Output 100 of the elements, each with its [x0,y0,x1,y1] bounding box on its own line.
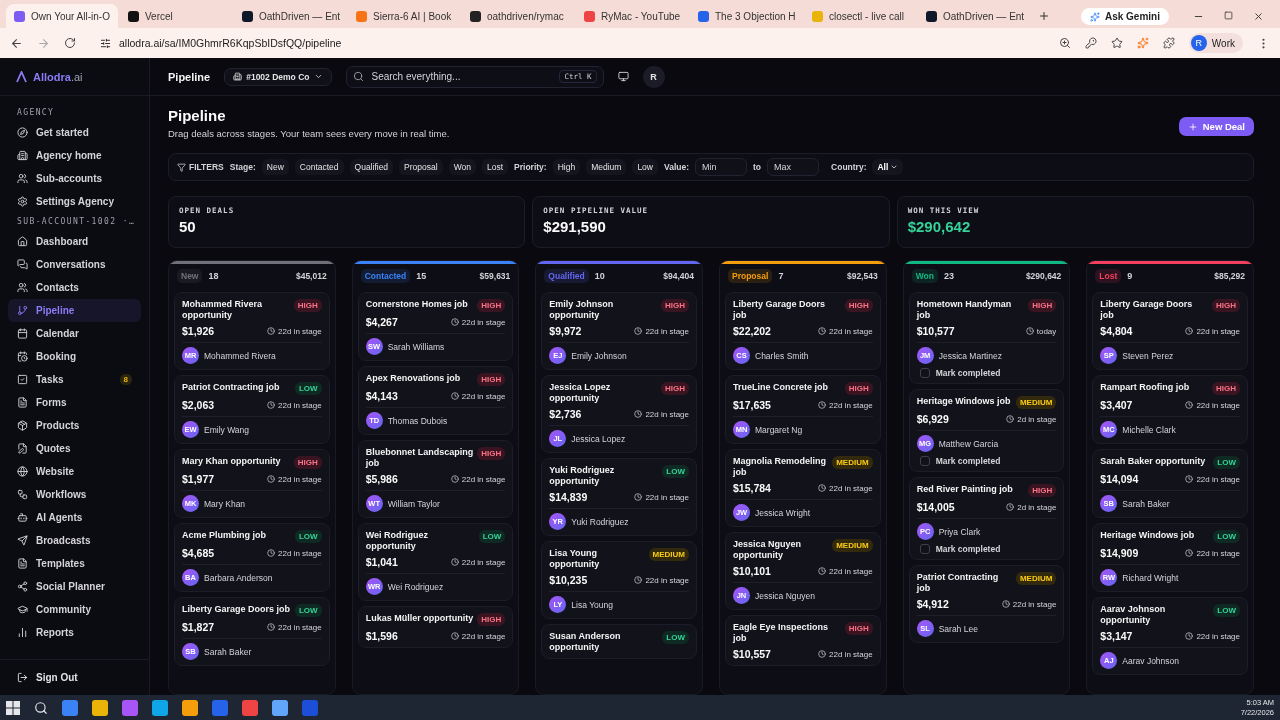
close-icon[interactable] [1253,11,1264,22]
browser-tab[interactable]: Own Your All-in-O [6,4,118,28]
monitor-icon[interactable] [617,71,629,82]
nav-item[interactable]: Dashboard [8,230,141,253]
nav-item[interactable]: Workflows [8,483,141,506]
ask-gemini-button[interactable]: Ask Gemini [1080,8,1169,25]
profile-button[interactable]: R Work [1188,33,1243,53]
contact-name[interactable]: Sarah Williams [387,341,445,352]
min-value-field[interactable]: Min [695,158,748,176]
zoom-icon[interactable] [1058,37,1071,49]
browser-tab[interactable]: closectl - live call [804,4,916,28]
nav-item[interactable]: Website [8,460,141,483]
stage-filter-chip[interactable]: Qualified [349,159,394,175]
nav-item[interactable]: Pipeline [8,299,141,322]
nav-item[interactable]: Community [8,598,141,621]
stage-filter-chip[interactable]: New [261,159,289,175]
browser-tab[interactable]: RyMac - YouTube [576,4,688,28]
priority-filter-chip[interactable]: High [552,159,581,175]
stage-filter-chip[interactable]: Lost [482,159,509,175]
search-icon[interactable] [34,700,48,715]
new-tab-icon[interactable] [1038,10,1050,22]
stage-filter-chip[interactable]: Won [448,159,476,175]
checkbox[interactable] [919,368,930,378]
contact-name[interactable]: Wei Rodriguez [387,581,444,592]
nav-item[interactable]: Get started [8,121,141,144]
contact-name[interactable]: Jessica Nguyen [755,590,815,601]
contact-name[interactable]: Jessica Wright [755,507,811,518]
key-icon[interactable] [1084,37,1097,49]
browser-tab[interactable]: oathdriven/rymac [462,4,574,28]
stage-age: 22d in stage [267,474,322,484]
reload-icon[interactable] [64,37,76,49]
contact-name[interactable]: Richard Wright [1122,572,1179,583]
deal-title: Liberty Garage Doors job [1100,299,1194,321]
contact-name[interactable]: Margaret Ng [755,424,803,435]
browser-tab[interactable]: The 3 Objection H [690,4,802,28]
account-selector[interactable]: #1002 Demo Co [224,67,332,86]
nav-item[interactable]: Reports [8,621,141,644]
browser-tab[interactable]: Vercel [120,4,232,28]
nav-item[interactable]: Sub-accounts [8,167,141,190]
clock-icon [1185,632,1194,640]
bookmark-star-icon[interactable] [1110,37,1123,49]
contact-name[interactable]: Charles Smith [755,350,809,361]
nav-item[interactable]: Booking [8,345,141,368]
new-deal-button[interactable]: New Deal [1178,117,1254,136]
nav-item[interactable]: Social Planner [8,575,141,598]
nav-item[interactable]: Settings Agency [8,190,141,213]
contact-name[interactable]: Jessica Martinez [938,350,1002,361]
contact-name[interactable]: Yuki Rodriguez [571,516,629,527]
stage-filter-chip[interactable]: Contacted [294,159,344,175]
contact-name[interactable]: Mohammed Rivera [204,350,276,361]
contact-name[interactable]: Sarah Baker [204,646,252,657]
deal-card[interactable]: Eagle Eye Inspections job HIGH $10,557 22d in stage [725,615,881,666]
nav-item[interactable]: Forms [8,391,141,414]
extensions-puzzle-icon[interactable] [1162,37,1175,49]
checkbox[interactable] [919,456,930,466]
windows-logo-icon[interactable] [6,700,20,715]
contact-name[interactable]: Barbara Anderson [204,572,273,583]
contact-name[interactable]: Emily Johnson [571,350,627,361]
contact-name[interactable]: William Taylor [387,498,440,509]
nav-item[interactable]: Tasks 8 [8,368,141,391]
priority-badge: HIGH [477,299,506,312]
contact-name[interactable]: Emily Wang [204,424,250,435]
stage-age: 22d in stage [1001,599,1057,609]
contact-name[interactable]: Priya Clark [938,526,981,537]
nav-item[interactable]: Products [8,414,141,437]
browser-tab[interactable]: OathDriven — Ent [234,4,346,28]
nav-item[interactable]: Broadcasts [8,529,141,552]
nav-item[interactable]: Calendar [8,322,141,345]
deal-card[interactable]: Susan Anderson opportunity LOW [541,624,697,659]
address-bar[interactable]: allodra.ai/sa/IM0GhmrR6KqpSbIDsfQQ/pipeline [90,32,1045,54]
nav-item[interactable]: Quotes [8,437,141,460]
contact-name[interactable]: Sarah Baker [1122,498,1170,509]
contact-name[interactable]: Mary Khan [204,498,246,509]
deal-card[interactable]: Lukas Müller opportunity HIGH $1,596 22d in stage [357,606,514,648]
browser-tab[interactable]: OathDriven — Ent [918,4,1030,28]
contact-name[interactable]: Sarah Lee [938,623,978,634]
back-icon[interactable] [10,36,23,50]
contact-name[interactable]: Jessica Lopez [571,433,626,444]
contact-name[interactable]: Thomas Dubois [387,415,448,426]
nav-item[interactable]: Conversations [8,253,141,276]
stage-age: 22d in stage [818,649,873,659]
contact-name[interactable]: Lisa Young [571,599,613,610]
priority-filter-chip[interactable]: Low [632,159,658,175]
browser-tab[interactable]: Sierra-6 AI | Book [348,4,460,28]
user-avatar[interactable]: R [642,65,665,88]
priority-filter-chip[interactable]: Medium [586,159,627,175]
max-value-field[interactable]: Max [767,158,820,176]
stage-filter-chip[interactable]: Proposal [399,159,443,175]
contact-name[interactable]: Michelle Clark [1122,424,1176,435]
nav-item[interactable]: AI Agents [8,506,141,529]
checkbox[interactable] [919,544,930,554]
maximize-icon[interactable] [1224,11,1233,20]
nav-item[interactable]: Agency home [8,144,141,167]
contact-name[interactable]: Matthew Garcia [938,438,999,449]
contact-name[interactable]: Aarav Johnson [1122,655,1180,666]
nav-item[interactable]: Contacts [8,276,141,299]
nav-item[interactable]: Templates [8,552,141,575]
search-field[interactable]: Search everything... [369,70,554,83]
contact-name[interactable]: Steven Perez [1122,350,1174,361]
country-select[interactable]: All [872,159,904,175]
